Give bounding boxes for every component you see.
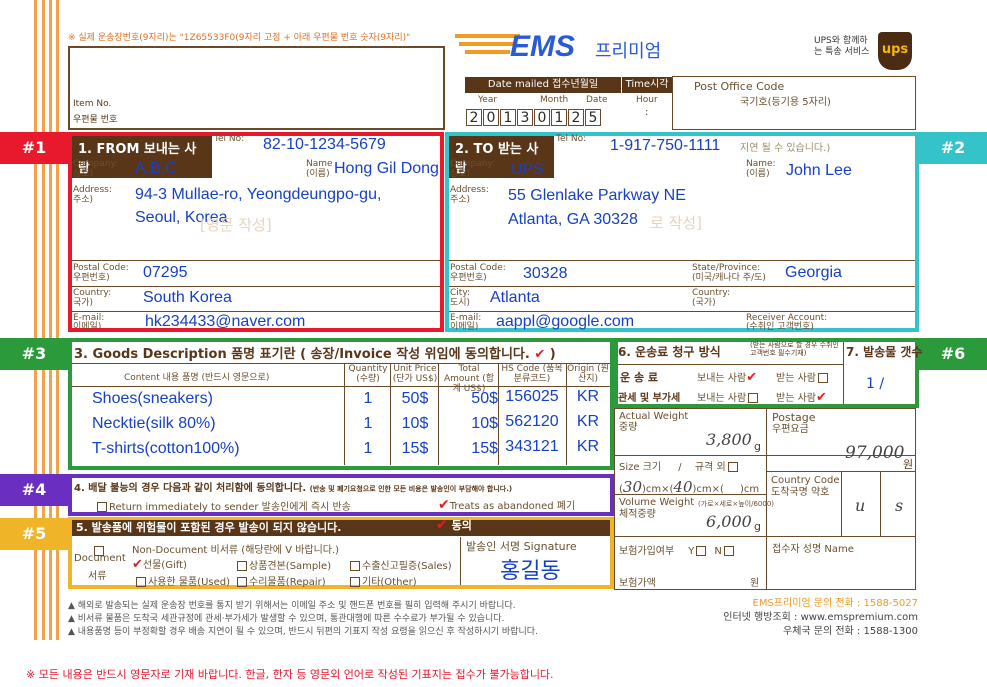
to-address-2: Atlanta, GA 30328 bbox=[508, 211, 638, 228]
duty-sender-opt[interactable]: 보내는 사람 bbox=[697, 389, 760, 404]
postage-value: 97,000 bbox=[845, 443, 905, 463]
to-city: Atlanta bbox=[490, 289, 540, 306]
fee-sender-opt[interactable]: 보내는 사람✔ bbox=[697, 369, 757, 385]
size-row: Size 크기 / 규격 외 bbox=[619, 458, 740, 473]
time-label: Time시각 bbox=[622, 77, 672, 93]
from-tel: 82-10-1234-5679 bbox=[263, 136, 386, 153]
tag-1: #1 bbox=[0, 132, 68, 164]
table-row: Necktie(silk 80%) 1 10$ 10$ 562120 KR bbox=[92, 413, 600, 432]
sample-option[interactable]: 상품견본(Sample) bbox=[235, 557, 331, 572]
sender-signature: 홍길동 bbox=[500, 558, 561, 583]
actual-weight: 3,800 bbox=[706, 430, 752, 449]
premium-label: 프리미엄 bbox=[595, 41, 662, 62]
fee-header: 6. 운송료 청구 방식 bbox=[618, 345, 721, 359]
to-postal: 30328 bbox=[523, 265, 568, 282]
ups-logo: ups bbox=[878, 32, 912, 70]
date-mailed-label: Date mailed 접수년월일 bbox=[465, 77, 621, 93]
from-email: hk234433@naver.com bbox=[145, 313, 306, 330]
footer-warning: ※ 모든 내용은 반드시 영문자로 기재 바랍니다. 한글, 한자 등 영문외 … bbox=[26, 668, 554, 681]
return-option[interactable]: Return immediately to sender 발송인에게 즉시 반송 bbox=[95, 498, 351, 513]
top-note: ※ 실제 운송장번호(9자리)는 "1Z65533F0(9자리 고정 + 아래 … bbox=[68, 33, 411, 43]
tag-3: #3 bbox=[0, 338, 68, 370]
insurance-row: 보험가입여부 Y N bbox=[619, 542, 736, 557]
ups-note: UPS와 함께하는 특송 서비스 bbox=[814, 36, 870, 57]
used-option[interactable]: 사용한 물품(Used) bbox=[134, 573, 230, 588]
to-tel: 1-917-750-1111 bbox=[610, 137, 721, 154]
fee-receiver-opt[interactable]: 받는 사람 bbox=[776, 369, 830, 384]
gift-option[interactable]: ✔선물(Gift) bbox=[132, 556, 187, 572]
tag-2: #2 bbox=[919, 132, 987, 164]
table-row: Shoes(sneakers) 1 50$ 50$ 156025 KR bbox=[92, 388, 600, 407]
goods-col-headers: Content 내용 품명 (반드시 영문으로) Quantity (수량) U… bbox=[124, 364, 609, 394]
repair-option[interactable]: 수리물품(Repair) bbox=[235, 573, 326, 588]
contacts: EMS프리미엄 문의 전화 : 1588-5027 인터넷 행방조회 : www… bbox=[723, 598, 918, 637]
table-row: T-shirts(cotton100%) 1 15$ 15$ 343121 KR bbox=[92, 438, 600, 457]
tag-4: #4 bbox=[0, 474, 68, 506]
tag-5: #5 bbox=[0, 518, 68, 550]
from-name: Hong Gil Dong bbox=[334, 160, 439, 177]
volume-weight: 6,000 bbox=[706, 512, 752, 531]
to-name: John Lee bbox=[786, 162, 852, 179]
abandon-option[interactable]: ✔Treats as abandoned 폐기 bbox=[438, 497, 575, 513]
tag-6: #6 bbox=[919, 338, 987, 370]
undeliverable-header: 4. 배달 불능의 경우 다음과 같이 처리함에 동의합니다. (반송 및 폐기… bbox=[74, 483, 513, 494]
from-postal: 07295 bbox=[143, 264, 188, 281]
dangerous-header: 5. 발송품에 위험물이 포함된 경우 발송이 되지 않습니다. bbox=[72, 520, 610, 536]
count-header: 7. 발송물 갯수 bbox=[846, 345, 923, 359]
ems-logo: EMS bbox=[455, 30, 590, 70]
sales-option[interactable]: 수출신고필증(Sales) bbox=[348, 557, 452, 572]
goods-header: 3. Goods Description 품명 표기란 ( 송장/Invoice… bbox=[74, 347, 556, 362]
from-company: A.B.C bbox=[135, 160, 177, 177]
to-state: Georgia bbox=[785, 264, 842, 281]
agree-option[interactable]: ✔ 동의 bbox=[436, 517, 472, 533]
from-country: South Korea bbox=[143, 289, 232, 306]
duty-receiver-opt[interactable]: 받는 사람✔ bbox=[776, 389, 827, 405]
from-address-1: 94-3 Mullae-ro, Yeongdeungpo-gu, bbox=[135, 186, 382, 203]
to-address-1: 55 Glenlake Parkway NE bbox=[508, 187, 686, 204]
to-company: UPS bbox=[511, 161, 544, 178]
to-email: aappl@google.com bbox=[496, 313, 635, 330]
item-no-box: Item No. 우편물 번호 bbox=[68, 46, 445, 130]
notes: ▲ 해외로 발송되는 실제 운송장 번호를 통지 받기 위해서는 이메일 주소 … bbox=[68, 601, 538, 637]
other-option[interactable]: 기타(Other) bbox=[348, 573, 417, 588]
date-digits: 20130125 bbox=[466, 107, 602, 126]
count-value: 1 / bbox=[866, 376, 885, 392]
